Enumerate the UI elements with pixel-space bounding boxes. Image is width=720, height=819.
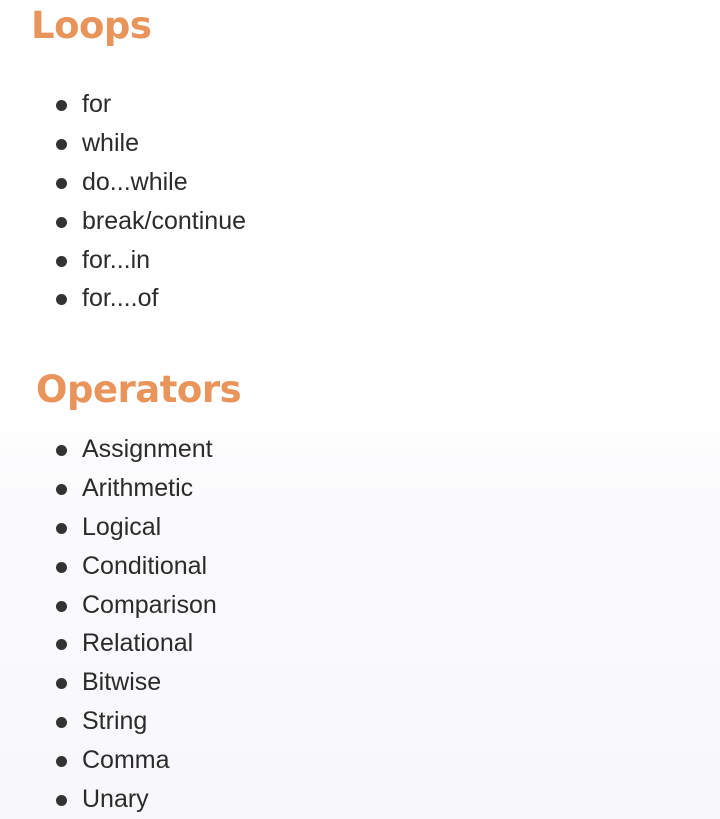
list-item: Relational	[55, 624, 217, 663]
bullet-icon	[56, 600, 67, 612]
list-item-label: Arithmetic	[82, 473, 194, 502]
list-item-label: Unary	[82, 785, 149, 814]
bullet-icon	[56, 138, 67, 150]
list-item-label: String	[82, 707, 148, 736]
bullet-icon	[56, 717, 67, 729]
list-item: Comparison	[55, 586, 217, 625]
bullet-icon	[56, 294, 67, 306]
list-item-label: Relational	[82, 629, 194, 658]
list-item-label: Conditional	[82, 551, 208, 580]
bullet-icon	[56, 795, 67, 807]
list-item-label: Comma	[82, 746, 170, 775]
list-item-label: Assignment	[82, 435, 213, 463]
list-item: String	[55, 702, 217, 741]
bullet-icon	[56, 483, 67, 495]
list-item: Conditional	[55, 547, 217, 586]
bullet-icon	[56, 639, 67, 651]
list-item-label: for	[82, 90, 112, 118]
list-item: Assignment	[55, 430, 217, 469]
list-item: do...while	[55, 163, 246, 202]
list-item-label: Bitwise	[82, 668, 162, 697]
list-item-label: while	[82, 128, 139, 157]
list-item: for....of	[55, 279, 246, 318]
bullet-icon	[56, 177, 67, 189]
list-item-label: Comparison	[82, 590, 217, 619]
list-item: Arithmetic	[55, 469, 217, 508]
bullet-icon	[56, 522, 67, 534]
bullet-icon	[56, 561, 67, 573]
list-item-label: for....of	[82, 284, 159, 313]
list-item: for	[55, 85, 246, 124]
list-item-label: do...while	[82, 167, 188, 196]
list-item: for...in	[55, 241, 246, 280]
bullet-icon	[56, 678, 67, 690]
list-item-label: Logical	[82, 512, 162, 541]
list-item-label: break/continue	[82, 206, 247, 235]
list-item: Unary	[55, 780, 217, 819]
list-item-label: for...in	[82, 245, 151, 274]
list-item: Logical	[55, 508, 217, 547]
page: Loops for while do...while break/continu…	[0, 0, 720, 819]
loops-list: for while do...while break/continue for.…	[55, 85, 246, 318]
operators-list: Assignment Arithmetic Logical Conditiona…	[55, 430, 217, 819]
bullet-icon	[56, 216, 67, 228]
bullet-icon	[56, 100, 67, 111]
loops-heading: Loops	[31, 4, 152, 47]
bullet-icon	[56, 445, 67, 456]
list-item: break/continue	[55, 202, 246, 241]
list-item: Comma	[55, 741, 217, 780]
operators-heading: Operators	[36, 368, 242, 411]
bullet-icon	[56, 255, 67, 267]
bullet-icon	[56, 756, 67, 768]
list-item: while	[55, 124, 246, 163]
list-item: Bitwise	[55, 663, 217, 702]
